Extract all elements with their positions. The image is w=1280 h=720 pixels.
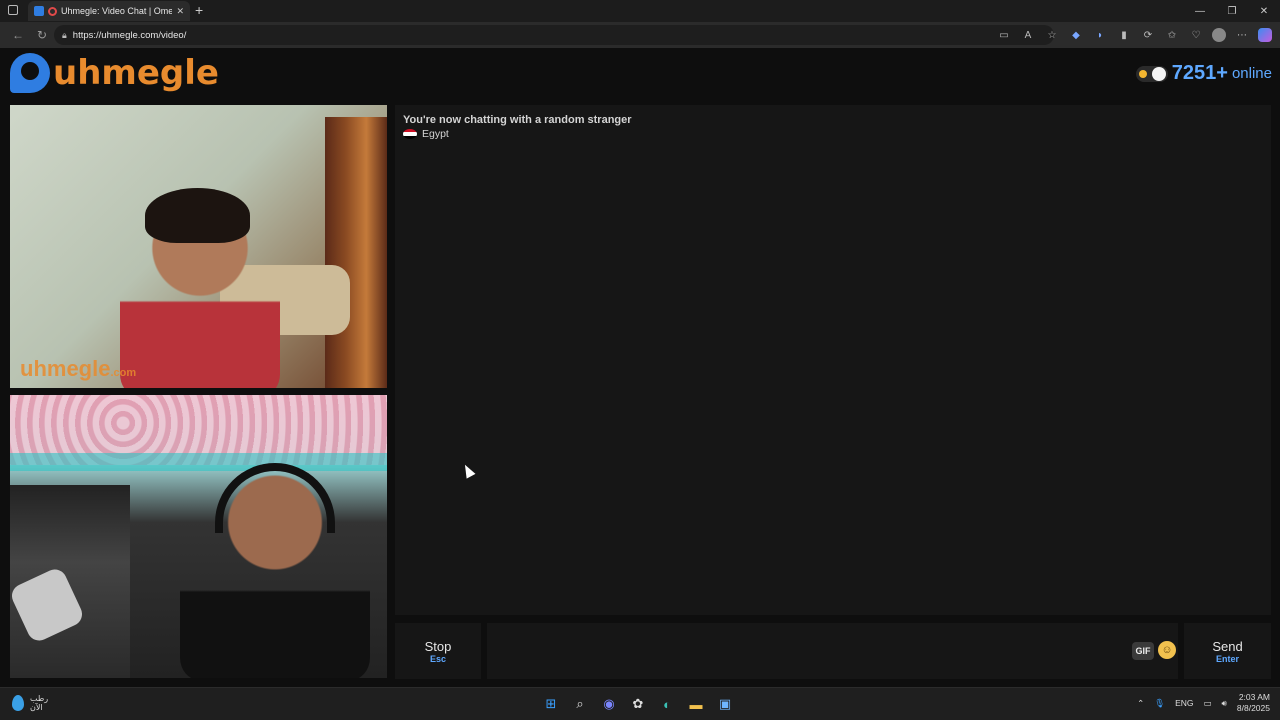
site-info-icon[interactable]: 🔒︎ [62,30,67,41]
tab-close-icon[interactable]: ✕ [176,6,184,17]
extension-icon[interactable]: ▮ [1116,26,1132,44]
clock-time: 2:03 AM [1238,692,1270,702]
taskbar-clock[interactable]: 2:03 AM 8/8/2025 [1237,692,1270,714]
watermark-text: uhmegle [20,356,111,381]
weather-widget[interactable]: رطب الآن [12,694,48,712]
clock-date: 8/8/2025 [1236,703,1270,713]
os-taskbar: رطب الآن ⊞ ⌕ ◉ ✿ ◐ ▬ ▣ ⌃ 🎙︎ ENG ▭ 🔊︎ 2:03… [0,687,1280,720]
extension-icon[interactable]: ◗ [1092,26,1108,44]
microphone-icon[interactable]: 🎙︎ [1154,698,1165,709]
address-bar[interactable]: 🔒︎ https://uhmegle.com/video/ [54,25,1054,45]
teal-glow [10,453,387,471]
online-label: online [1231,65,1272,82]
remote-desktop-icon[interactable]: ▣ [714,693,736,715]
stop-label: Stop [424,638,452,654]
file-explorer-icon[interactable]: ▬ [685,693,707,715]
stop-hint: Esc [429,653,446,664]
gif-button[interactable]: GIF [1132,642,1154,660]
network-icon[interactable]: ▭ [1204,698,1212,709]
stranger-hair [145,188,250,243]
taskbar-apps: ⊞ ⌕ ◉ ✿ ◐ ▬ ▣ [540,693,736,715]
site-favicon-icon [34,6,44,16]
toggle-knob [1151,66,1166,81]
page-content: uhmegle 7251+ online uhmegle.com You're … [0,48,1280,685]
humidity-drop-icon [12,695,24,711]
tab-title: Uhmegle: Video Chat | Ome... [61,6,173,16]
chat-log: You're now chatting with a random strang… [395,105,1271,615]
logo-text: uhmegle [53,53,219,93]
refresh-button[interactable]: ↻ [30,23,54,47]
extensions-puzzle-icon[interactable]: ⟳ [1140,26,1156,44]
logo-mark-icon [10,53,50,93]
browser-tab-bar: Uhmegle: Video Chat | Ome... ✕ + — ❐ ✕ [0,0,1280,22]
extension-icon[interactable]: ◆ [1068,26,1084,44]
tray-chevron-up-icon[interactable]: ⌃ [1137,698,1144,709]
extensions-area: ▭ A ☆ ◆ ◗ ▮ ⟳ ✩ ♡ ⋯ [996,26,1272,44]
stranger-country: Egypt [403,128,449,140]
discord-icon[interactable]: ◉ [598,693,620,715]
read-aloud-icon[interactable]: A [1020,26,1036,44]
close-window-button[interactable]: ✕ [1248,0,1280,22]
send-button[interactable]: Send Enter [1184,623,1271,679]
health-icon[interactable]: ♡ [1188,26,1204,44]
favorite-star-icon[interactable]: ☆ [1044,26,1060,44]
cast-icon[interactable]: ▭ [996,26,1012,44]
watermark-suffix: .com [110,367,137,379]
site-logo[interactable]: uhmegle [10,52,219,94]
search-icon[interactable]: ⌕ [569,693,591,715]
egypt-flag-icon [403,129,417,139]
recording-icon [48,6,57,16]
send-hint: Enter [1215,653,1239,664]
country-name: Egypt [422,128,449,140]
back-button[interactable]: ← [6,23,30,47]
tab-actions-icon[interactable] [8,5,18,15]
new-tab-button[interactable]: + [195,2,203,18]
self-video [10,395,387,678]
language-indicator[interactable]: ENG [1175,698,1193,708]
copilot-icon[interactable] [1258,28,1272,42]
favorites-icon[interactable]: ✩ [1164,26,1180,44]
chat-status: You're now chatting with a random strang… [403,114,632,126]
weather-line2: الآن [30,703,43,712]
system-tray: ⌃ 🎙︎ ENG ▭ 🔊︎ 2:03 AM 8/8/2025 [1137,692,1270,714]
stranger-video: uhmegle.com [10,105,387,388]
restore-button[interactable]: ❐ [1216,0,1248,22]
minimize-button[interactable]: — [1184,0,1216,22]
online-indicator: 7251+ online [1135,62,1272,85]
sun-icon [1138,69,1147,78]
profile-avatar-icon[interactable] [1212,28,1226,42]
message-box: GIF ☺ [487,623,1178,679]
theme-toggle[interactable] [1135,65,1168,82]
volume-icon[interactable]: 🔊︎ [1222,698,1227,709]
online-count: 7251+ [1171,62,1228,84]
weather-line1: رطب [30,694,49,703]
browser-tab-uhmegle[interactable]: Uhmegle: Video Chat | Ome... ✕ [28,1,190,21]
url-text: https://uhmegle.com/video/ [72,29,187,41]
stop-button[interactable]: Stop Esc [395,623,481,679]
more-menu-icon[interactable]: ⋯ [1234,26,1250,44]
start-windows-icon[interactable]: ⊞ [540,693,562,715]
video-watermark: uhmegle.com [20,356,136,382]
send-label: Send [1212,638,1243,654]
edge-browser-icon[interactable]: ◐ [656,693,678,715]
browser-toolbar: ← ↻ 🔒︎ https://uhmegle.com/video/ ▭ A ☆ … [0,22,1280,48]
emoji-button[interactable]: ☺ [1158,641,1176,659]
door-frame [325,117,387,388]
message-input[interactable] [487,623,1107,679]
chatgpt-icon[interactable]: ✿ [627,693,649,715]
